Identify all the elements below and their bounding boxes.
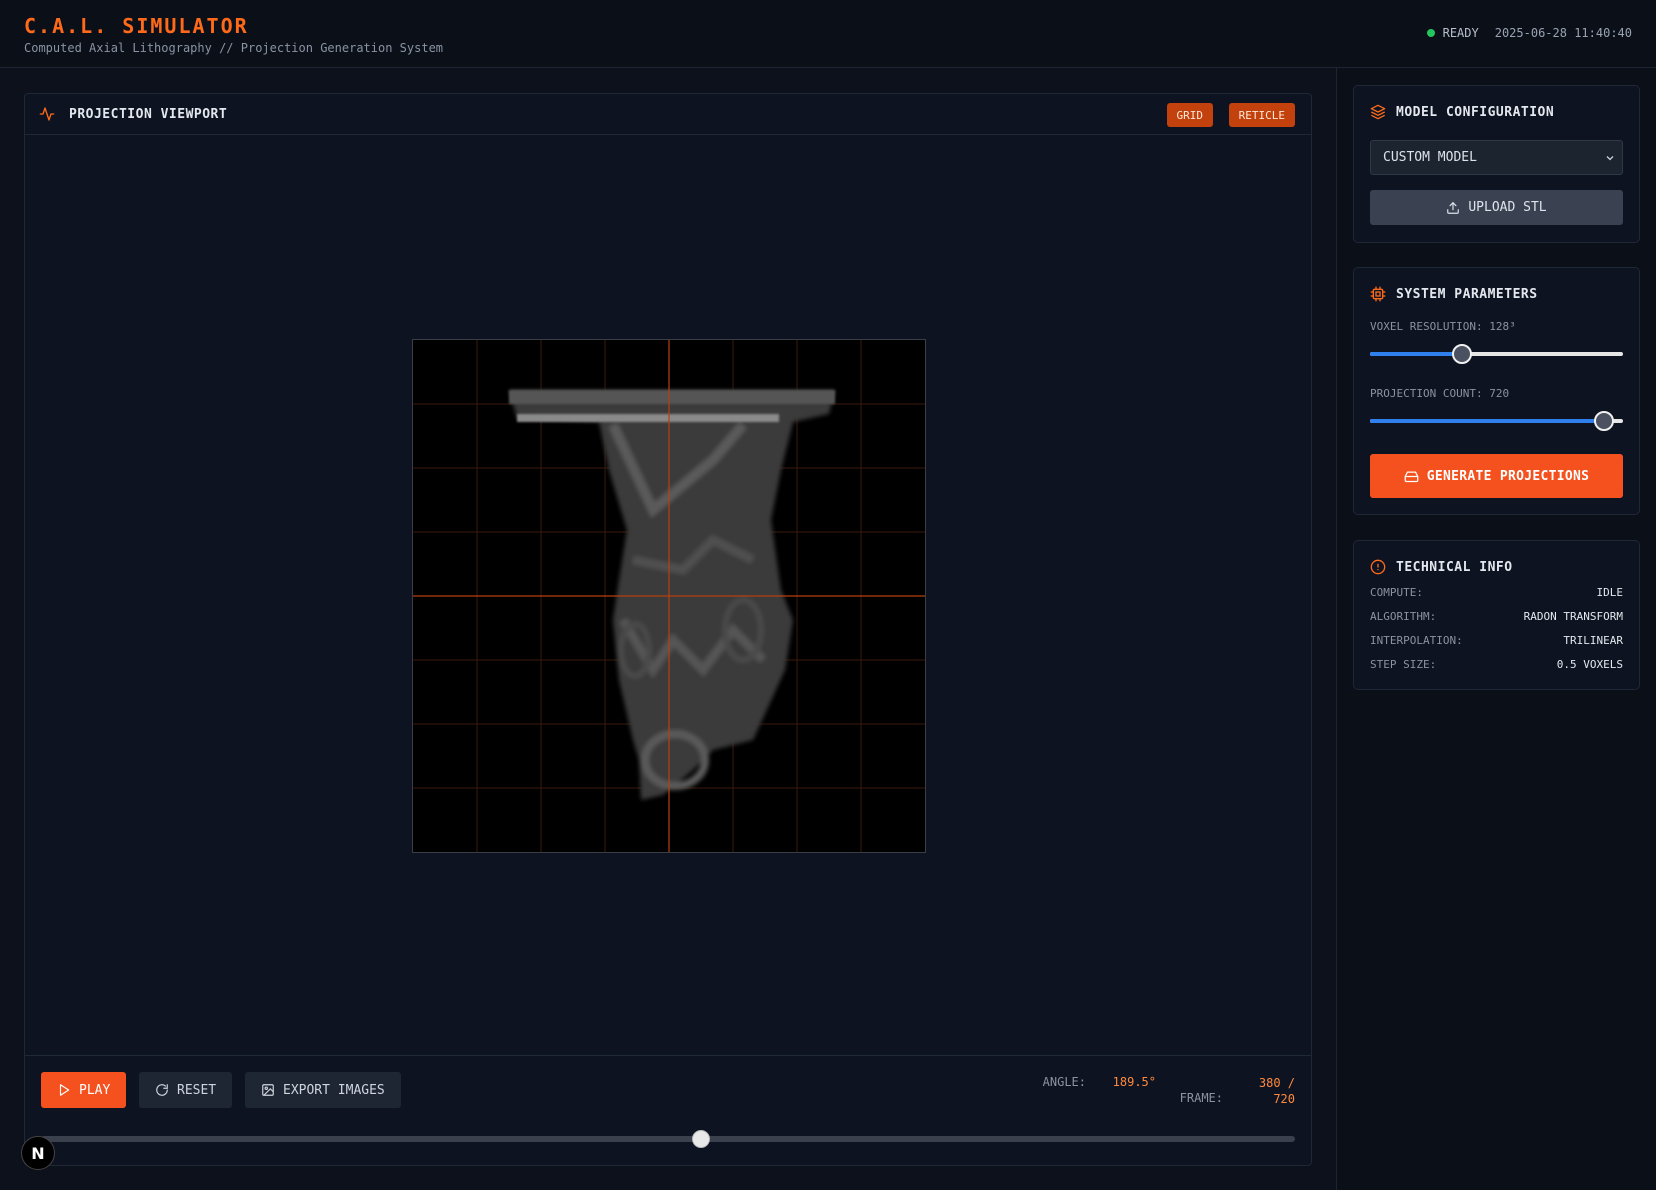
model-select-value: CUSTOM MODEL bbox=[1383, 150, 1477, 165]
projection-image bbox=[413, 340, 925, 852]
layers-icon bbox=[1370, 104, 1386, 120]
app-title: C.A.L. SIMULATOR bbox=[24, 14, 249, 38]
grid-toggle-button[interactable]: GRID bbox=[1166, 103, 1213, 127]
model-card-header: MODEL CONFIGURATION bbox=[1370, 104, 1554, 120]
voxel-slider-fill bbox=[1370, 352, 1462, 356]
projection-canvas[interactable] bbox=[412, 339, 926, 853]
info-row-interpolation: INTERPOLATION: TRILINEAR bbox=[1370, 634, 1623, 647]
frame-label: FRAME: bbox=[1179, 1091, 1223, 1105]
angle-label: ANGLE: bbox=[1042, 1075, 1086, 1089]
play-label: PLAY bbox=[79, 1082, 111, 1098]
info-row-step-size: STEP SIZE: 0.5 VOXELS bbox=[1370, 658, 1623, 671]
model-card-title: MODEL CONFIGURATION bbox=[1396, 104, 1555, 120]
system-parameters-card: SYSTEM PARAMETERS VOXEL RESOLUTION: 128³… bbox=[1353, 267, 1640, 515]
angle-value: 189.5° bbox=[1112, 1075, 1156, 1089]
status-area: READY 2025-06-28 11:40:40 bbox=[1426, 26, 1632, 40]
generate-label: GENERATE PROJECTIONS bbox=[1426, 468, 1590, 484]
projection-slider-thumb[interactable] bbox=[1593, 411, 1614, 431]
frame-value: 380 / bbox=[1258, 1076, 1295, 1090]
reset-button[interactable]: RESET bbox=[139, 1072, 233, 1108]
status-dot-icon bbox=[1426, 29, 1435, 37]
playback-controls: PLAY RESET EXPORT IMAGES ANGLE: 189.5° F… bbox=[25, 1055, 1311, 1165]
info-value: TRILINEAR bbox=[1563, 634, 1623, 647]
info-value: IDLE bbox=[1596, 586, 1624, 599]
play-icon bbox=[59, 1084, 70, 1096]
reset-label: RESET bbox=[177, 1082, 217, 1098]
viewport-header: PROJECTION VIEWPORT GRID RETICLE bbox=[25, 94, 1311, 135]
upload-stl-button[interactable]: UPLOAD STL bbox=[1370, 190, 1623, 225]
info-key: ALGORITHM: bbox=[1370, 610, 1437, 623]
voxel-resolution-label: VOXEL RESOLUTION: 128³ bbox=[1370, 320, 1516, 333]
status-text: READY bbox=[1442, 26, 1479, 40]
projection-viewport-panel: PROJECTION VIEWPORT GRID RETICLE PLAY RE… bbox=[24, 93, 1312, 1166]
info-key: INTERPOLATION: bbox=[1370, 634, 1463, 647]
frame-readout: 380 / 720 bbox=[1235, 1075, 1295, 1107]
app-header: C.A.L. SIMULATOR Computed Axial Lithogra… bbox=[0, 0, 1656, 68]
model-select[interactable]: CUSTOM MODEL bbox=[1370, 140, 1623, 175]
voxel-slider-thumb[interactable] bbox=[1451, 344, 1472, 364]
tech-card-title: TECHNICAL INFO bbox=[1396, 559, 1513, 575]
alert-circle-icon bbox=[1370, 559, 1386, 575]
export-images-button[interactable]: EXPORT IMAGES bbox=[245, 1072, 401, 1108]
upload-icon bbox=[1447, 201, 1460, 214]
info-row-compute: COMPUTE: IDLE bbox=[1370, 586, 1623, 599]
timestamp: 2025-06-28 11:40:40 bbox=[1494, 26, 1632, 40]
app-subtitle: Computed Axial Lithography // Projection… bbox=[24, 41, 444, 55]
info-key: COMPUTE: bbox=[1370, 586, 1423, 599]
tech-card-header: TECHNICAL INFO bbox=[1370, 559, 1513, 575]
refresh-icon bbox=[156, 1084, 168, 1096]
timeline-slider[interactable] bbox=[41, 1130, 1295, 1148]
chip-icon bbox=[1370, 286, 1386, 302]
activity-icon bbox=[39, 106, 55, 126]
technical-info-card: TECHNICAL INFO COMPUTE: IDLE ALGORITHM: … bbox=[1353, 540, 1640, 690]
generate-projections-button[interactable]: GENERATE PROJECTIONS bbox=[1370, 454, 1623, 498]
info-value: RADON TRANSFORM bbox=[1523, 610, 1623, 623]
reticle-overlay bbox=[413, 340, 925, 852]
export-label: EXPORT IMAGES bbox=[283, 1082, 385, 1098]
projection-count-label: PROJECTION COUNT: 720 bbox=[1370, 387, 1510, 400]
info-row-algorithm: ALGORITHM: RADON TRANSFORM bbox=[1370, 610, 1623, 623]
reticle-toggle-button[interactable]: RETICLE bbox=[1228, 103, 1295, 127]
info-key: STEP SIZE: bbox=[1370, 658, 1437, 671]
projection-shape bbox=[509, 390, 835, 800]
chevron-down-icon bbox=[1606, 156, 1614, 161]
next-logo-badge[interactable]: N bbox=[21, 1136, 55, 1170]
info-value: 0.5 VOXELS bbox=[1556, 658, 1623, 671]
projection-count-slider[interactable] bbox=[1370, 411, 1623, 431]
model-configuration-card: MODEL CONFIGURATION CUSTOM MODEL UPLOAD … bbox=[1353, 85, 1640, 243]
upload-label: UPLOAD STL bbox=[1468, 200, 1547, 215]
system-card-header: SYSTEM PARAMETERS bbox=[1370, 286, 1538, 302]
voxel-resolution-slider[interactable] bbox=[1370, 344, 1623, 364]
timeline-thumb[interactable] bbox=[692, 1130, 711, 1148]
system-card-title: SYSTEM PARAMETERS bbox=[1396, 286, 1538, 302]
sidebar: MODEL CONFIGURATION CUSTOM MODEL UPLOAD … bbox=[1336, 68, 1656, 1190]
image-icon bbox=[262, 1084, 274, 1096]
drive-icon bbox=[1404, 471, 1419, 482]
viewport-title: PROJECTION VIEWPORT bbox=[69, 107, 228, 122]
play-button[interactable]: PLAY bbox=[41, 1072, 127, 1108]
projection-slider-fill bbox=[1370, 419, 1604, 423]
frame-total: 720 bbox=[1273, 1092, 1295, 1106]
